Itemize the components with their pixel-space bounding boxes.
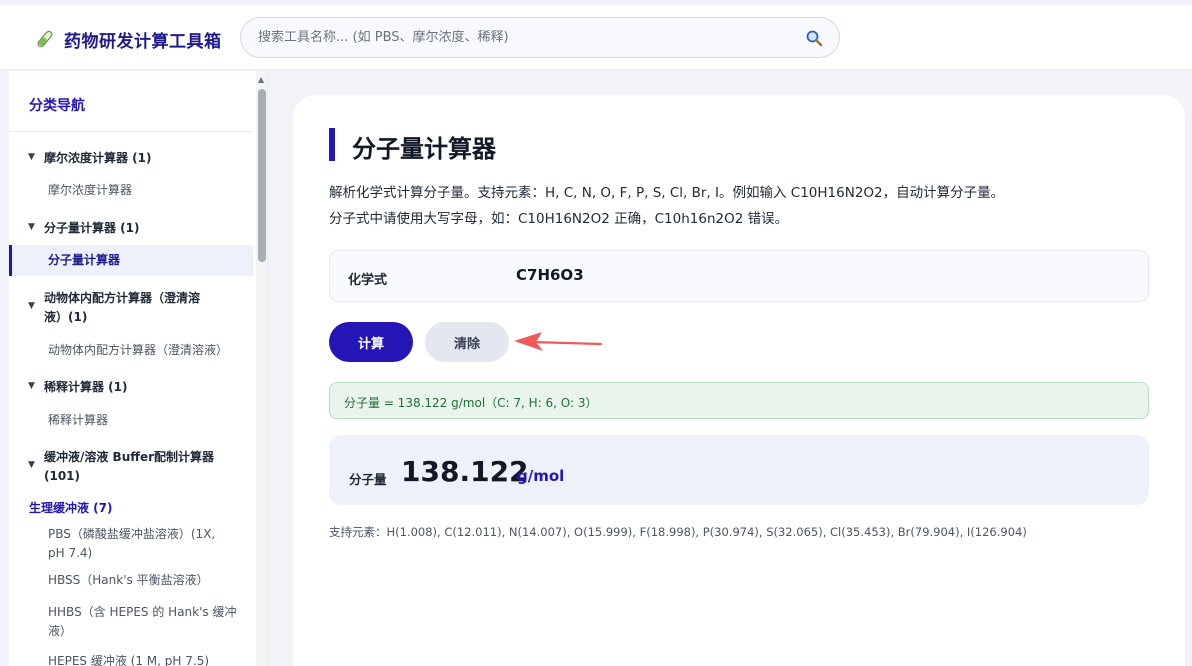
magnifier-icon[interactable] — [805, 29, 823, 47]
formula-field: 化学式 — [329, 250, 1149, 302]
top-header: 药物研发计算工具箱 — [0, 0, 1192, 70]
nav-group-label-line2: 液）(1) — [44, 310, 88, 324]
item-line1: HEPES 缓冲液 (1 M, pH 7.5) — [48, 654, 210, 666]
result-unit: g/mol — [517, 467, 565, 485]
caret-down-icon: ▼ — [28, 222, 35, 232]
nav-group-label: 动物体内配方计算器（澄清溶 液）(1) — [44, 289, 200, 327]
nav-group-in-vivo-formulation[interactable]: ▼ 动物体内配方计算器（澄清溶 液）(1) — [28, 289, 233, 327]
nav-group-label: 稀释计算器 (1) — [44, 380, 128, 394]
nav-group-label: 摩尔浓度计算器 (1) — [44, 151, 152, 165]
nav-group-buffer[interactable]: ▼ 缓冲液/溶液 Buffer配制计算器 (101) — [28, 448, 233, 486]
caret-down-icon: ▼ — [28, 152, 35, 162]
test-tube-icon — [37, 30, 53, 47]
result-label: 分子量 — [349, 472, 387, 487]
formula-input[interactable] — [516, 266, 1116, 284]
sidebar: 分类导航 ▼ 摩尔浓度计算器 (1) 摩尔浓度计算器 ▼ 分子量计算器 (1) … — [9, 71, 268, 666]
result-message-text: 分子量 = 138.122 g/mol（C: 7, H: 6, O: 3） — [344, 396, 598, 410]
result-message: 分子量 = 138.122 g/mol（C: 7, H: 6, O: 3） — [329, 382, 1149, 419]
sidebar-item-molecular-weight-calculator[interactable]: 分子量计算器 — [9, 245, 253, 276]
description-line-2: 分子式中请使用大写字母，如：C10H16N2O2 正确，C10h16n2O2 错… — [329, 211, 789, 227]
item-line2: pH 7.4) — [48, 546, 93, 560]
calculate-button[interactable]: 计算 — [329, 322, 413, 362]
formula-label: 化学式 — [348, 273, 388, 288]
nav-group-molecular-weight[interactable]: ▼ 分子量计算器 (1) — [28, 219, 233, 238]
caret-down-icon: ▼ — [28, 301, 35, 311]
scrollbar-thumb[interactable] — [258, 89, 266, 262]
sidebar-item-molarity-calculator[interactable]: 摩尔浓度计算器 — [48, 181, 238, 200]
description-line-1: 解析化学式计算分子量。支持元素：H, C, N, O, F, P, S, Cl,… — [329, 185, 1005, 201]
sidebar-title: 分类导航 — [29, 98, 85, 114]
nav-group-label: 分子量计算器 (1) — [44, 221, 140, 235]
sidebar-item-pbs[interactable]: PBS（磷酸盐缓冲盐溶液）(1X, pH 7.4) — [48, 525, 238, 563]
caret-down-icon: ▼ — [28, 460, 35, 470]
app-title: 药物研发计算工具箱 — [64, 32, 222, 52]
sidebar-item-hhbs[interactable]: HHBS（含 HEPES 的 Hank's 缓冲 液） — [48, 603, 238, 641]
item-line1: HBSS（Hank's 平衡盐溶液） — [48, 573, 209, 587]
caret-down-icon: ▼ — [28, 381, 35, 391]
sidebar-item-dilution-calculator[interactable]: 稀释计算器 — [48, 411, 238, 430]
item-line2: 液） — [48, 624, 73, 638]
result-card: 分子量 138.122 g/mol — [329, 435, 1149, 505]
sidebar-scrollbar[interactable]: ▲ — [256, 71, 267, 666]
supported-elements: 支持元素：H(1.008), C(12.011), N(14.007), O(1… — [329, 525, 1027, 539]
red-arrow-icon — [514, 332, 603, 351]
nav-group-label-line1: 动物体内配方计算器（澄清溶 — [44, 291, 201, 305]
header-strip — [0, 0, 1192, 5]
item-line1: HHBS（含 HEPES 的 Hank's 缓冲 — [48, 605, 237, 619]
brand[interactable]: 药物研发计算工具箱 — [34, 27, 222, 52]
nav-group-label-line2: (101) — [44, 469, 81, 483]
result-value: 138.122 — [401, 455, 529, 488]
sidebar-header: 分类导航 — [9, 71, 253, 132]
nav-group-dilution[interactable]: ▼ 稀释计算器 (1) — [28, 378, 233, 397]
sidebar-item-hepes[interactable]: HEPES 缓冲液 (1 M, pH 7.5) — [48, 652, 238, 666]
item-line1: PBS（磷酸盐缓冲盐溶液）(1X, — [48, 527, 216, 541]
title-accent-bar — [329, 128, 335, 161]
nav-group-label-line1: 缓冲液/溶液 Buffer配制计算器 — [44, 450, 215, 464]
search-bar[interactable] — [240, 17, 840, 58]
clear-button[interactable]: 清除 — [425, 322, 509, 362]
nav-group-label: 缓冲液/溶液 Buffer配制计算器 (101) — [44, 448, 214, 486]
nav-group-molarity[interactable]: ▼ 摩尔浓度计算器 (1) — [28, 149, 233, 168]
sidebar-item-in-vivo-formulation[interactable]: 动物体内配方计算器（澄清溶液） — [48, 341, 238, 360]
page-title: 分子量计算器 — [352, 135, 496, 163]
scroll-up-icon[interactable]: ▲ — [258, 75, 264, 84]
nav-subheading-physiological-buffers[interactable]: 生理缓冲液 (7) — [29, 499, 113, 516]
search-input[interactable] — [258, 30, 798, 45]
sidebar-item-hbss[interactable]: HBSS（Hank's 平衡盐溶液） — [48, 571, 238, 590]
